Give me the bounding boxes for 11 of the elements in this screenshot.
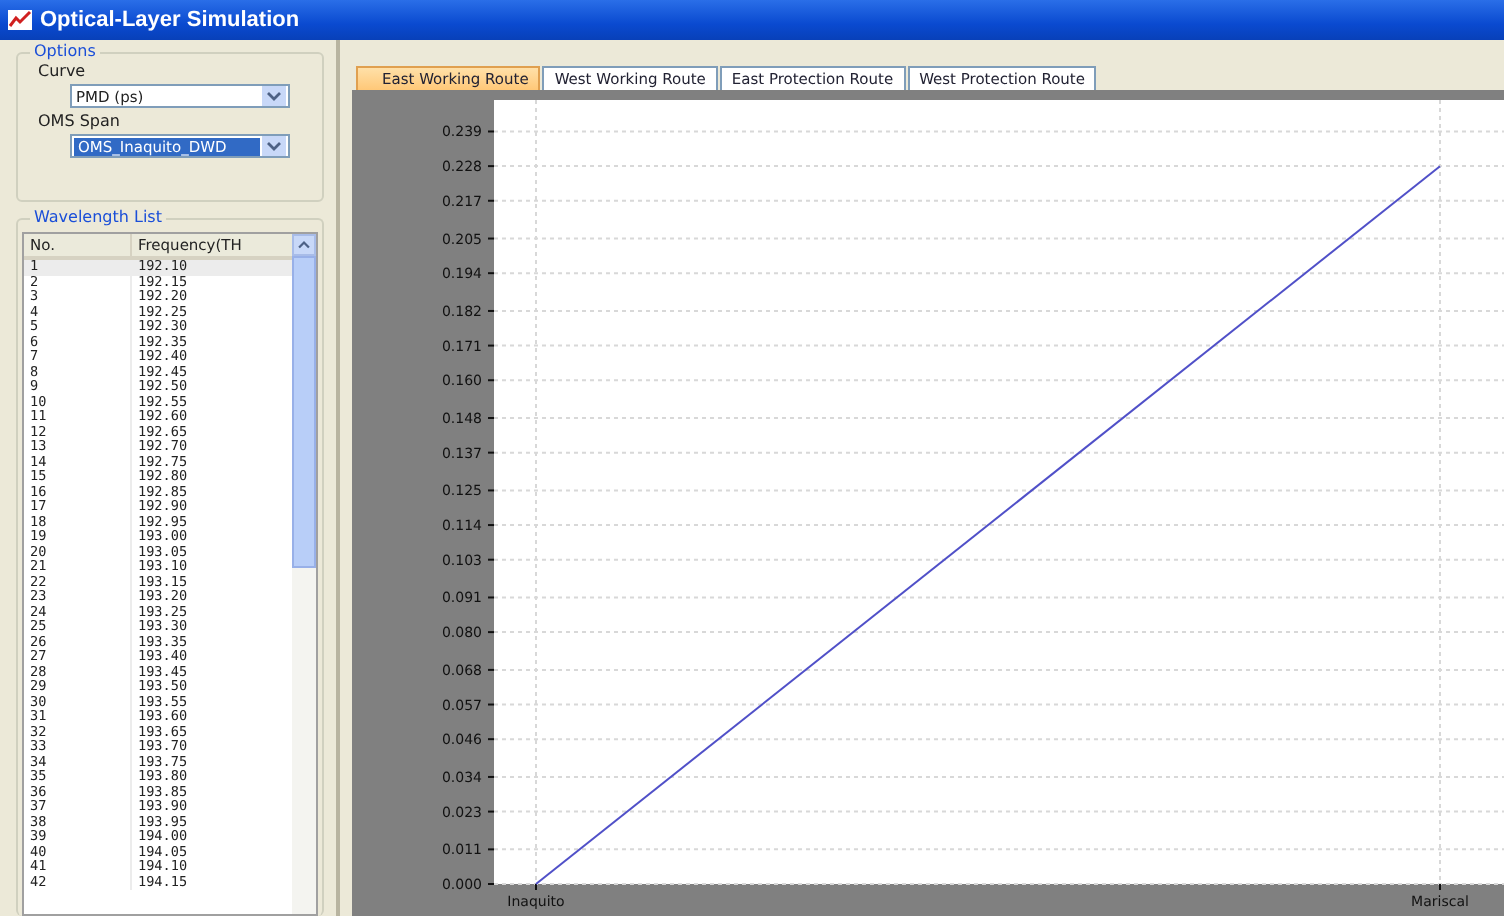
scroll-up-icon[interactable] — [292, 234, 316, 256]
caret-icon — [262, 136, 286, 156]
window-title: Optical-Layer Simulation — [40, 8, 300, 32]
field-label: OMS Span — [38, 110, 122, 132]
scrollbar[interactable] — [292, 234, 316, 914]
group-title: Options — [30, 42, 100, 60]
caret-icon — [262, 86, 286, 106]
group-title: Wavelength List — [30, 208, 166, 226]
field-label: Curve — [38, 60, 88, 82]
chart-icon — [8, 10, 32, 30]
scroll-thumb[interactable] — [292, 256, 316, 568]
